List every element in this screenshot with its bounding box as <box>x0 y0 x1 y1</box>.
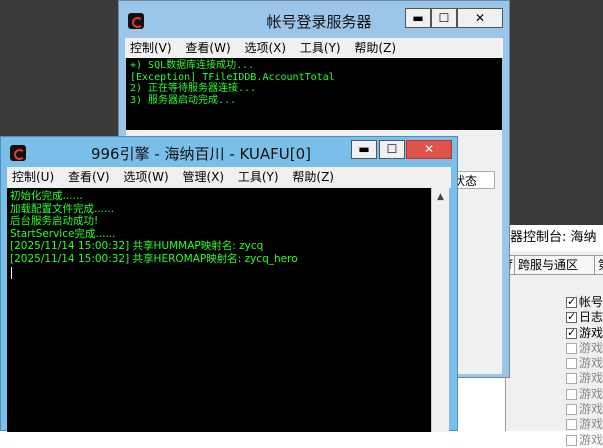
checkbox-unchecked[interactable] <box>566 404 577 416</box>
app-logo-icon <box>128 13 144 29</box>
menu-tools[interactable]: 工具(Y) <box>295 38 346 58</box>
log-line: [2025/11/14 15:00:32] 共享HEROMAP映射名: zycq… <box>10 252 298 265</box>
log-line: 3) 服务器启动完成... <box>130 94 237 106</box>
log-line: StartService完成...... <box>10 227 116 240</box>
maximize-button[interactable]: ☐ <box>379 140 405 159</box>
menu-bar: 控制(V) 查看(W) 选项(X) 工具(Y) 帮助(Z) <box>125 38 503 58</box>
menu-help[interactable]: 帮助(Z) <box>287 167 339 187</box>
checklist-item[interactable]: 游戏 <box>566 369 603 385</box>
log-line: +) SQL数据库连接成功... <box>130 60 255 71</box>
menu-control[interactable]: 控制(U) <box>7 167 59 187</box>
log-line: 初始化完成...... <box>10 190 83 202</box>
checklist-item[interactable]: 日志 <box>566 308 603 324</box>
vertical-scrollbar[interactable]: ▲ <box>431 188 449 432</box>
text-caret <box>11 267 12 279</box>
checkbox-checked[interactable] <box>566 295 577 308</box>
menu-bar: 控制(U) 查看(V) 选项(W) 管理(X) 工具(Y) 帮助(Z) <box>7 167 451 188</box>
tab-cross-server[interactable]: 跨服与通区 <box>514 255 598 275</box>
checklist-item[interactable]: 游戏 <box>566 354 603 370</box>
title-bar[interactable]: 帐号登录服务器 ▬ ☐ ✕ <box>119 1 509 36</box>
module-checklist: 帐号 日志 游戏 游戏 游戏 游戏 游戏 游戏 游戏 游戏 <box>566 293 603 447</box>
checkbox-unchecked[interactable] <box>566 434 577 446</box>
menu-view[interactable]: 查看(V) <box>63 167 115 187</box>
tab-bar: f 跨服与通区 第 <box>504 255 603 275</box>
minimize-button[interactable]: ▬ <box>351 140 377 159</box>
app-logo-icon <box>10 145 26 161</box>
menu-control[interactable]: 控制(V) <box>125 38 177 58</box>
checklist-item[interactable]: 游戏 <box>566 400 603 416</box>
menu-view[interactable]: 查看(W) <box>180 38 235 58</box>
close-button[interactable]: ✕ <box>457 8 503 28</box>
checkbox-checked[interactable] <box>566 326 577 339</box>
checkbox-unchecked[interactable] <box>566 373 577 385</box>
window-title: 器控制台: 海纳 <box>506 225 603 251</box>
checklist-item[interactable]: 游戏 <box>566 415 603 431</box>
menu-options[interactable]: 选项(X) <box>239 38 291 58</box>
maximize-button[interactable]: ☐ <box>431 8 457 28</box>
window-title: 帐号登录服务器 <box>266 13 372 31</box>
checklist-item[interactable]: 游戏 <box>566 339 603 355</box>
menu-help[interactable]: 帮助(Z) <box>349 38 401 58</box>
log-line: [2025/11/14 15:00:32] 共享HUMMAP映射名: zycq <box>10 240 264 253</box>
checkbox-unchecked[interactable] <box>566 342 577 354</box>
close-button[interactable]: ✕ <box>406 140 452 159</box>
menu-tools[interactable]: 工具(Y) <box>233 167 284 187</box>
checklist-item[interactable]: 游戏 <box>566 385 603 401</box>
tab-partial-next[interactable]: 第 <box>594 255 603 275</box>
server-console-window[interactable]: 器控制台: 海纳 f 跨服与通区 第 帐号 日志 游戏 游戏 游戏 游戏 游戏 … <box>504 225 603 447</box>
checklist-item[interactable]: 帐号 <box>566 293 603 309</box>
scroll-up-icon[interactable]: ▲ <box>432 190 449 204</box>
window-title: 996引擎 - 海纳百川 - KUAFU[0] <box>90 145 312 163</box>
checkbox-unchecked[interactable] <box>566 388 577 400</box>
kuafu-server-window[interactable]: 996引擎 - 海纳百川 - KUAFU[0] ▬ ☐ ✕ 控制(U) 查看(V… <box>0 136 458 432</box>
menu-options[interactable]: 选项(W) <box>118 167 173 187</box>
checkbox-unchecked[interactable] <box>566 358 577 370</box>
menu-manage[interactable]: 管理(X) <box>177 167 229 187</box>
checkbox-unchecked[interactable] <box>566 419 577 431</box>
log-line: [Exception] TFileIDDB.AccountTotal <box>130 71 335 83</box>
log-line: 加载配置文件完成...... <box>10 202 115 215</box>
log-line: 2) 正在等待服务器连接... <box>130 83 257 94</box>
desktop-background <box>0 0 120 136</box>
checklist-item[interactable]: 游戏 <box>566 431 603 447</box>
desktop-background-right <box>510 0 603 225</box>
log-line: 后台服务启动成功! <box>10 215 99 228</box>
checklist-item[interactable]: 游戏 <box>566 324 603 340</box>
checkbox-checked[interactable] <box>566 310 577 324</box>
minimize-button[interactable]: ▬ <box>405 8 431 28</box>
log-console[interactable]: 初始化完成...... 加载配置文件完成...... 后台服务启动成功! StartS… <box>7 188 431 432</box>
log-console: +) SQL数据库连接成功... [Exception] TFileIDDB.Ac… <box>126 58 502 130</box>
